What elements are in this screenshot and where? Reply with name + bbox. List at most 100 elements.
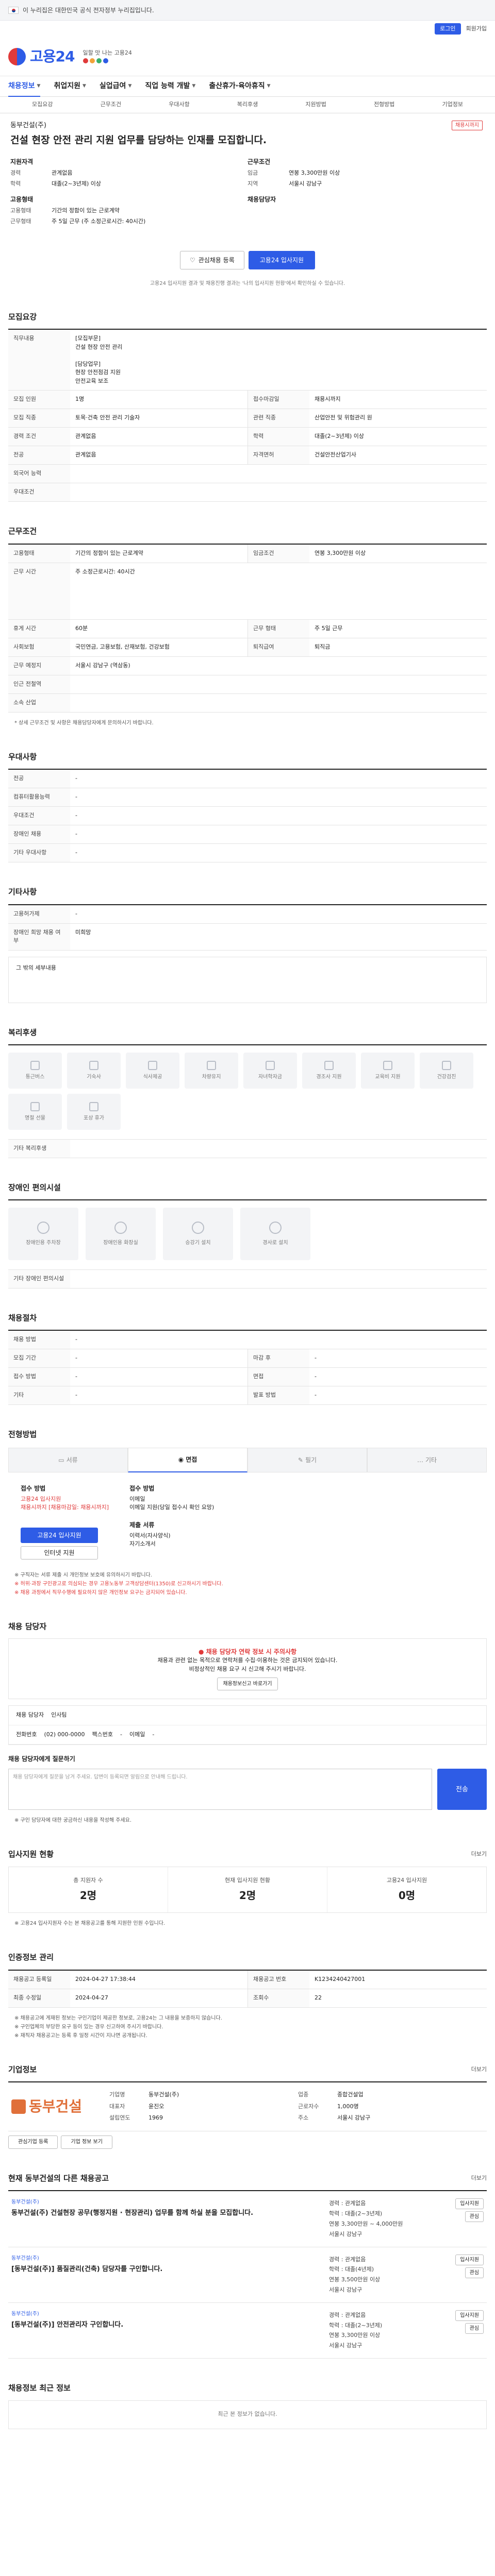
section-apply-stat: 입사지원 현황 더보기 총 지원자 수 2명 현재 입사지원 현황 2명 고용24 입… [0,1849,495,1928]
nav-label: 직업 능력 개발 [145,82,190,90]
job-apply-button[interactable]: 입사지원 [455,2254,484,2265]
row-value: 토목·건축 안전 관리 기술자 [75,414,140,421]
row-key: 자격면허 [248,446,309,465]
job-company: 동부건설(주) [11,2255,39,2261]
job-meta: 연봉 3,500만원 이상 [329,2276,381,2283]
row-value: 건설안전산업기사 [315,451,356,459]
dot-icon [89,58,95,63]
list-item[interactable]: 동부건설(주) 동부건설(주) 건설현장 공무(행정지원 · 현장관리) 업무를 … [8,2191,487,2247]
interest-button[interactable]: ♡ 관심채용 등록 [179,250,244,269]
method-tab[interactable]: … 기타 [367,1447,487,1472]
section-other-jobs: 현재 동부건설의 다른 채용공고 더보기 동부건설(주) 동부건설(주) 건설현장 … [0,2173,495,2359]
dot-icon [96,58,102,63]
method-tab-active[interactable]: ◉ 면접 [128,1447,248,1472]
row-key: 컴퓨터활용능력 [8,788,70,807]
method-text: 고용24 입사지원 채용시까지 [채용마감일: 채용시까지] [21,1495,109,1511]
row-key: 모집 직종 [8,409,70,428]
apply-button-2[interactable]: 고용24 입사지원 [21,1527,98,1543]
row-key: 채용공고 번호 [248,1970,309,1989]
nav-item-leave[interactable]: 출산휴가·육아휴직 ▼ [209,81,270,92]
company-logo: 동부건설 [11,2091,99,2123]
row-value: - [75,1354,77,1362]
tab-selection[interactable]: 전형방법 [350,97,419,113]
job-interest-button[interactable]: 관심 [465,2323,484,2334]
company-info-button[interactable]: 기업 정보 보기 [61,2135,112,2149]
row-key: 근무 시간 [8,563,70,619]
chevron-down-icon: ▼ [128,83,132,89]
tab-welfare[interactable]: 복리후생 [213,97,282,113]
note-line: ※ 허위·과장 구인광고로 의심되는 경우 고용노동부 고객상담센터(1350)… [14,1581,223,1587]
row-key: 전공 [8,770,70,788]
tile-label: 건강검진 [437,1074,456,1080]
nav-item-training[interactable]: 직업 능력 개발 ▼ [145,81,195,92]
tab-label: 서류 [66,1456,78,1464]
row-key: 기타 복리후생 [8,1140,70,1158]
stat-item: 총 지원자 수 2명 [9,1867,168,1913]
tab-recruit[interactable]: 모집요강 [8,97,77,113]
apply-button[interactable]: 고용24 입사지원 [248,250,316,269]
method-heading: 접수 방법 [129,1484,155,1492]
interest-company-button[interactable]: 관심기업 등록 [8,2135,58,2149]
job-summary: 지원자격 경력 관계없음 학력 대졸(2~3년제) 이상 고용형태 고용형태 기간의 … [0,151,495,226]
info-value: 동부건설(주) [148,2091,179,2098]
company-name[interactable]: 동부건설(주) [10,121,485,131]
job-title[interactable]: [동부건설(주)] 안전관리자 구인합니다. [11,2320,319,2330]
row-key: 고용형태 [8,544,70,563]
row-key: 소속 산업 [8,693,70,712]
dots-icon: … [417,1456,423,1464]
welfare-tile: 교육비 지원 [361,1053,415,1089]
more-link[interactable]: 더보기 [471,2174,487,2183]
list-item[interactable]: 동부건설(주) [동부건설(주)] 품질관리(건축) 담당자를 구인합니다. 경력… [8,2247,487,2303]
job-apply-button[interactable]: 입사지원 [455,2198,484,2210]
row-key: 기타 우대사항 [8,844,70,862]
nav-item-jobs[interactable]: 채용정보 ▼ [8,81,41,97]
bus-icon [30,1060,40,1070]
row-value: - [75,812,77,819]
tab-apply[interactable]: 지원방법 [282,97,350,113]
tab-work[interactable]: 근무조건 [77,97,145,113]
site-logo[interactable]: 고용24 [8,46,75,67]
join-link[interactable]: 회원가입 [466,25,487,33]
meal-icon [148,1060,157,1070]
gov-banner: 이 누리집은 대한민국 공식 전자정부 누리집입니다. [0,0,495,21]
tab-prefer[interactable]: 우대사항 [145,97,213,113]
row-key: 접수 방법 [8,1368,70,1386]
nav-item-support[interactable]: 취업지원 ▼ [54,81,86,92]
job-meta: 학력 : 대졸(4년제) [329,2266,374,2273]
chevron-down-icon: ▼ [82,83,86,89]
contact-key: 채용 담당자 [16,1711,44,1719]
job-apply-button[interactable]: 입사지원 [455,2310,484,2321]
row-value [70,465,487,483]
row-key: 근무 예정지 [8,656,70,675]
report-button[interactable]: 채용정보신고 바로가기 [217,1677,278,1691]
more-link[interactable]: 더보기 [471,2065,487,2074]
tab-company[interactable]: 기업정보 [418,97,487,113]
welfare-tiles: 통근버스 기숙사 식사제공 차량유지 자녀학자금 경조사 지원 교육비 지원 건… [8,1053,487,1130]
list-item[interactable]: 동부건설(주) [동부건설(주)] 안전관리자 구인합니다. 경력 : 관계없음 학… [8,2303,487,2359]
gov-banner-text: 이 누리집은 대한민국 공식 전자정부 누리집입니다. [23,6,154,14]
row-key: 우대조건 [8,483,70,502]
detail-box: 그 밖의 세부내용 [8,956,487,1003]
method-tab[interactable]: ▭ 서류 [8,1447,128,1472]
school-icon [266,1060,275,1070]
info-value: 윤진오 [148,2103,164,2110]
row-key: 기타 장애인 편의시설 [8,1270,70,1288]
job-title[interactable]: 동부건설(주) 건설현장 공무(행정지원 · 현장관리) 업무를 함께 하실 분… [11,2208,319,2218]
job-meta: 경력 : 관계없음 [329,2200,366,2207]
tile-label: 포상 휴가 [84,1115,104,1121]
send-button[interactable]: 전송 [437,1769,487,1810]
job-interest-button[interactable]: 관심 [465,2211,484,2223]
method-tab[interactable]: ✎ 필기 [248,1447,367,1472]
tile-label: 승강기 설치 [185,1240,211,1246]
job-interest-button[interactable]: 관심 [465,2267,484,2278]
row-key: 사회보험 [8,638,70,656]
question-input[interactable]: 채용 담당자에게 질문을 남겨 주세요. 답변이 등록되면 알림으로 안내해 드… [8,1769,432,1810]
job-title[interactable]: [동부건설(주)] 품질관리(건축) 담당자를 구인합니다. [11,2264,319,2275]
internet-apply-button[interactable]: 인터넷 지원 [21,1546,98,1560]
row-key: 모집 인원 [8,391,70,409]
company-card: 동부건설 기업명 동부건설(주) 업종 종합건설업 대표자 윤진오 근로자수 1,000… [8,2081,487,2131]
more-link[interactable]: 더보기 [471,1850,487,1859]
login-button[interactable]: 로그인 [435,23,461,35]
nav-item-benefit[interactable]: 실업급여 ▼ [100,81,131,92]
job-meta: 학력 : 대졸(2~3년제) [329,2210,383,2217]
